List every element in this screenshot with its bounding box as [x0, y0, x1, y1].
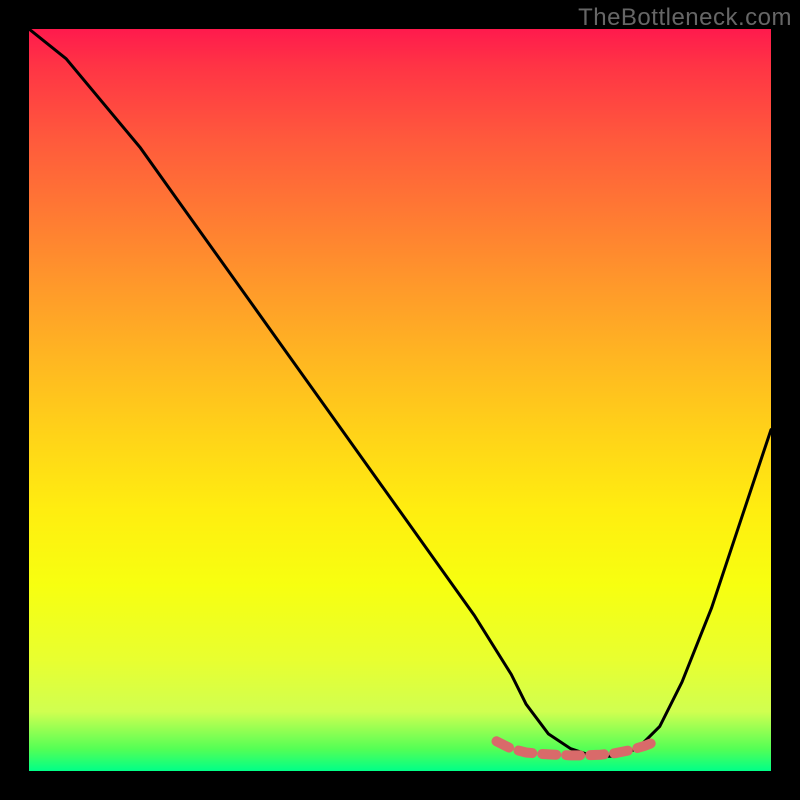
- curve-svg: [29, 29, 771, 771]
- plot-area: [29, 29, 771, 771]
- bottleneck-curve: [29, 29, 771, 756]
- highlighted-segment: [497, 740, 660, 756]
- chart-frame: TheBottleneck.com: [0, 0, 800, 800]
- attribution-text: TheBottleneck.com: [578, 4, 792, 32]
